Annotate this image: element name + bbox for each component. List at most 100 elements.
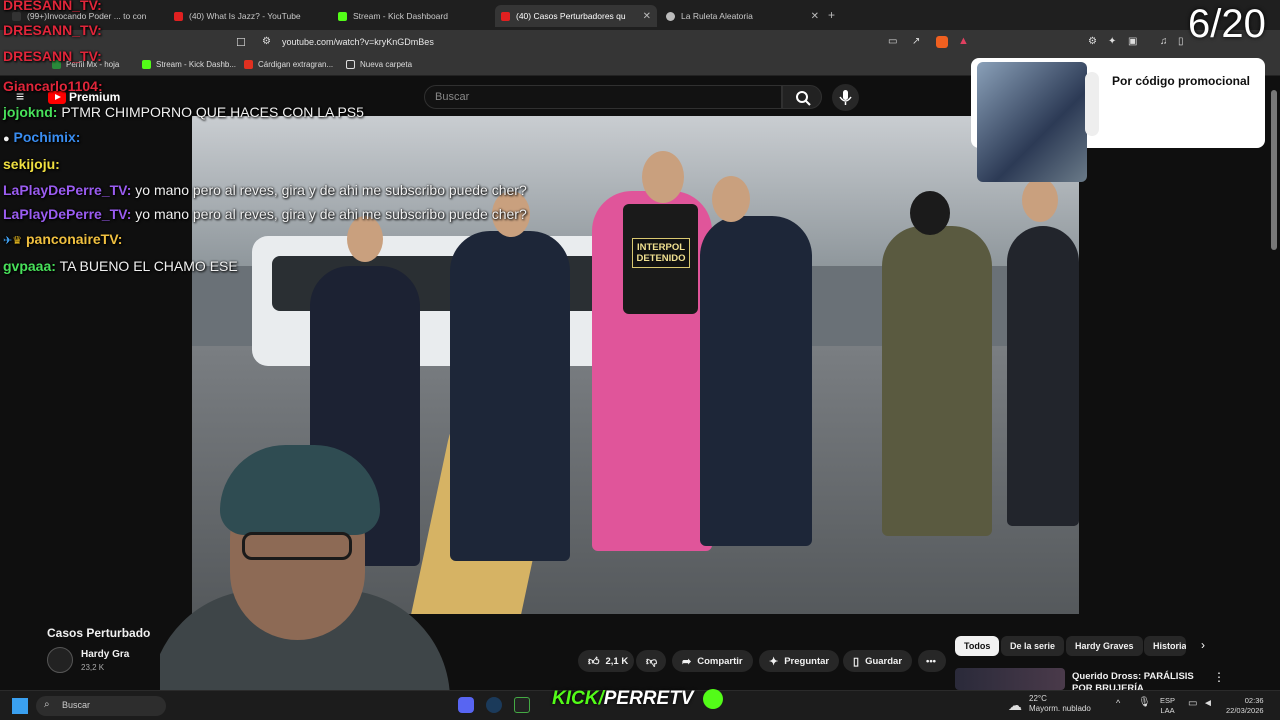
badge-icon: ● [3,133,10,145]
terminal-icon[interactable] [514,697,530,713]
bookmark-folder[interactable]: Nueva carpeta [346,60,412,69]
puzzle-icon[interactable]: ✦ [1108,36,1116,47]
video-person-head [712,176,750,222]
address-bar: ☐ ⚙ youtube.com/watch?v=kryKnGDmBes ▭ ↗ … [0,30,1280,56]
chat-message: DRESANN_TV: [3,22,102,38]
subscriber-count: 23,2 K [81,663,105,672]
share-button[interactable]: ➦ Compartir [672,650,753,672]
discord-icon[interactable] [458,697,474,713]
verified-icon [702,688,723,709]
chevron-up-icon[interactable]: ^ [1116,698,1120,708]
more-actions-button[interactable]: ••• [918,650,946,672]
search-icon: ⌕ [44,699,50,710]
bookmark-icon: ▯ [853,655,860,668]
chat-message: ✈♛ panconaireTV: [3,231,123,247]
sword-badge-icon: ✈ [3,235,13,247]
scrollbar[interactable] [1271,90,1277,250]
sidebar-icon[interactable]: ▯ [1178,36,1184,47]
system-clock[interactable]: 02:36 22/03/2026 [1226,696,1264,716]
chip-hardy-graves[interactable]: Hardy Graves [1066,636,1143,656]
interpol-label: INTERPOL DETENIDO [632,238,690,268]
chat-message: LaPlayDePerre_TV: yo mano pero al reves,… [3,206,527,222]
recommendation-thumbnail[interactable] [955,668,1065,690]
tab-3[interactable]: Stream - Kick Dashboard [332,5,494,27]
share-icon[interactable]: ↗ [912,36,920,47]
language-indicator[interactable]: ESP LAA [1160,696,1175,716]
bookmark-item[interactable]: Stream - Kick Dashb... [142,60,236,69]
windows-start-icon[interactable] [12,698,28,714]
webcam-overlay [160,440,450,720]
chat-message: DRESANN_TV: [3,48,102,64]
search-icon [796,91,811,106]
chip-de-la-serie[interactable]: De la serie [1001,636,1065,656]
sparkle-icon: ✦ [769,655,779,668]
video-person-head [1022,178,1058,222]
music-icon[interactable]: ♫ [1160,36,1168,47]
webcam-glasses [242,532,352,560]
tab-5[interactable]: La Ruleta Aleatoria ✕ [660,5,825,27]
chip-historia[interactable]: Historia [1144,636,1186,656]
globe-icon [666,11,675,21]
share-arrow-icon: ➦ [682,655,692,668]
stream-counter: 6/20 [1188,2,1266,46]
microphone-icon [839,90,852,105]
channel-name[interactable]: Hardy Gra [81,649,129,660]
browser-tab-bar: (99+)Invocando Poder ... to con (40) Wha… [0,0,1280,30]
thumbs-up-icon: 👍︎ [588,655,600,668]
site-info-icon[interactable]: ⚙ [262,36,271,47]
tab-2[interactable]: (40) What Is Jazz? - YouTube [168,5,330,27]
crown-badge-icon: ♛ [12,235,23,247]
chevron-right-icon[interactable]: › [1201,638,1205,652]
bookmark-star-icon[interactable]: ☐ [236,36,246,49]
kick-brand-overlay: KICK/PERRETV [552,688,723,710]
video-person [700,216,812,546]
brave-shield-icon[interactable] [936,36,948,48]
chat-message: DRESANN_TV: [3,0,102,13]
chat-message: gvpaaa: TA BUENO EL CHAMO ESE [3,258,238,274]
video-person [882,226,992,536]
bookmark-item[interactable]: Cárdigan extragran... [244,60,333,69]
weather-widget[interactable]: 22°C Mayorm. nublado [1029,694,1091,714]
rewards-icon[interactable]: ▲ [958,35,969,47]
volume-icon[interactable]: ◄ [1203,698,1213,709]
video-person-head [910,191,950,235]
video-person-head [642,151,684,203]
tab-4-active[interactable]: (40) Casos Perturbadores qu ✕ [495,5,657,27]
search-button[interactable] [782,85,822,109]
dislike-button[interactable]: 👎︎ [636,650,666,672]
kick-icon [142,60,151,69]
like-button[interactable]: 👍︎ 2,1 K [578,650,634,672]
chip-todos[interactable]: Todos [955,636,1000,656]
close-tab-icon[interactable]: ✕ [643,11,651,22]
store-icon [244,60,253,69]
network-icon[interactable]: ▭ [1188,698,1197,709]
new-tab-button[interactable]: + [828,8,835,22]
promo-image [977,62,1087,182]
voice-search-button[interactable] [832,84,859,111]
chat-message: ● Pochimix: [3,129,81,145]
promo-text: Por código promocional [1111,74,1250,88]
taskbar-search[interactable]: ⌕ Buscar [36,696,166,716]
screenshot-icon[interactable]: ▣ [1128,36,1137,47]
search-input[interactable]: Buscar [424,85,782,109]
extension-icon[interactable]: ⚙ [1088,36,1097,47]
chat-message: jojoknd: PTMR CHIMPORNO QUE HACES CON LA… [3,104,364,120]
thumbs-down-icon: 👎︎ [646,655,658,668]
steam-icon[interactable] [486,697,502,713]
save-button[interactable]: ▯ Guardar [843,650,913,672]
promo-card[interactable]: Por código promocional [971,58,1265,182]
close-tab-icon[interactable]: ✕ [811,11,819,22]
more-options-icon[interactable]: ⋮ [1213,670,1225,684]
cast-icon[interactable]: ▭ [888,36,897,47]
youtube-icon [174,11,183,21]
channel-avatar[interactable] [47,647,73,673]
promo-toolbar [1085,72,1099,136]
video-person [1007,226,1079,526]
microphone-icon[interactable]: 🎙︎ [1138,697,1151,708]
chat-message: LaPlayDePerre_TV: yo mano pero al reves,… [3,182,527,198]
folder-icon [346,60,355,69]
youtube-icon [501,11,510,21]
more-horizontal-icon: ••• [926,655,936,667]
ask-button[interactable]: ✦ Preguntar [759,650,840,672]
url-field[interactable]: youtube.com/watch?v=kryKnGDmBes [282,37,434,47]
